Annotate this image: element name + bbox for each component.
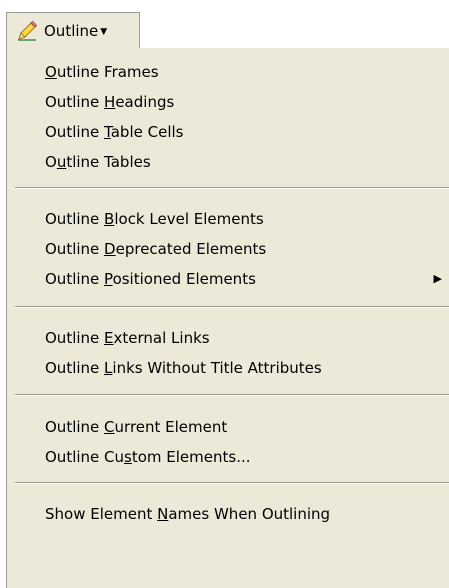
submenu-arrow-icon: ▶ bbox=[433, 272, 442, 285]
menu-item-outline-tables[interactable]: Outline Tables bbox=[7, 146, 449, 178]
menu-item-outline-table-cells[interactable]: Outline Table Cells bbox=[7, 116, 449, 148]
menu-separator bbox=[15, 482, 449, 484]
menu-separator bbox=[15, 306, 449, 308]
menu-item-outline-frames[interactable]: Outline Frames bbox=[7, 56, 449, 88]
menu-item-label: Outline Table Cells bbox=[45, 123, 184, 141]
outline-toolbar-button[interactable]: Outline ▼ bbox=[6, 12, 140, 48]
caret-down-icon: ▼ bbox=[100, 26, 108, 37]
menu-item-label: Outline Frames bbox=[45, 63, 159, 81]
menu-item-label: Outline Positioned Elements bbox=[45, 270, 256, 288]
menu-item-label: Outline Current Element bbox=[45, 418, 228, 436]
menu-item-label: Outline Block Level Elements bbox=[45, 210, 264, 228]
menu-item-outline-links-without-title-attributes[interactable]: Outline Links Without Title Attributes bbox=[7, 352, 449, 384]
menu-item-label: Outline Links Without Title Attributes bbox=[45, 359, 322, 377]
menu-item-label: Outline External Links bbox=[45, 329, 210, 347]
menu-item-outline-block-level-elements[interactable]: Outline Block Level Elements bbox=[7, 203, 449, 235]
menu-item-outline-current-element[interactable]: Outline Current Element bbox=[7, 411, 449, 443]
menu-item-label: Outline Custom Elements... bbox=[45, 448, 251, 466]
menu-separator bbox=[15, 187, 449, 189]
menu-item-show-element-names[interactable]: Show Element Names When Outlining bbox=[7, 498, 449, 530]
menu-item-outline-positioned-elements[interactable]: Outline Positioned Elements ▶ bbox=[7, 263, 449, 295]
menu-item-label: Outline Tables bbox=[45, 153, 151, 171]
menu-item-label: Outline Deprecated Elements bbox=[45, 240, 267, 258]
menu-item-label: Show Element Names When Outlining bbox=[45, 505, 331, 523]
menu-item-label: Outline Headings bbox=[45, 93, 175, 111]
menu-separator bbox=[15, 394, 449, 396]
menu-item-outline-custom-elements[interactable]: Outline Custom Elements... bbox=[7, 441, 449, 473]
outline-button-label: Outline bbox=[44, 21, 99, 40]
pencil-icon bbox=[16, 20, 38, 42]
outline-dropdown-menu: Outline Frames Outline Headings Outline … bbox=[6, 48, 449, 588]
menu-item-outline-headings[interactable]: Outline Headings bbox=[7, 86, 449, 118]
menu-item-outline-external-links[interactable]: Outline External Links bbox=[7, 322, 449, 354]
menu-item-outline-deprecated-elements[interactable]: Outline Deprecated Elements bbox=[7, 233, 449, 265]
